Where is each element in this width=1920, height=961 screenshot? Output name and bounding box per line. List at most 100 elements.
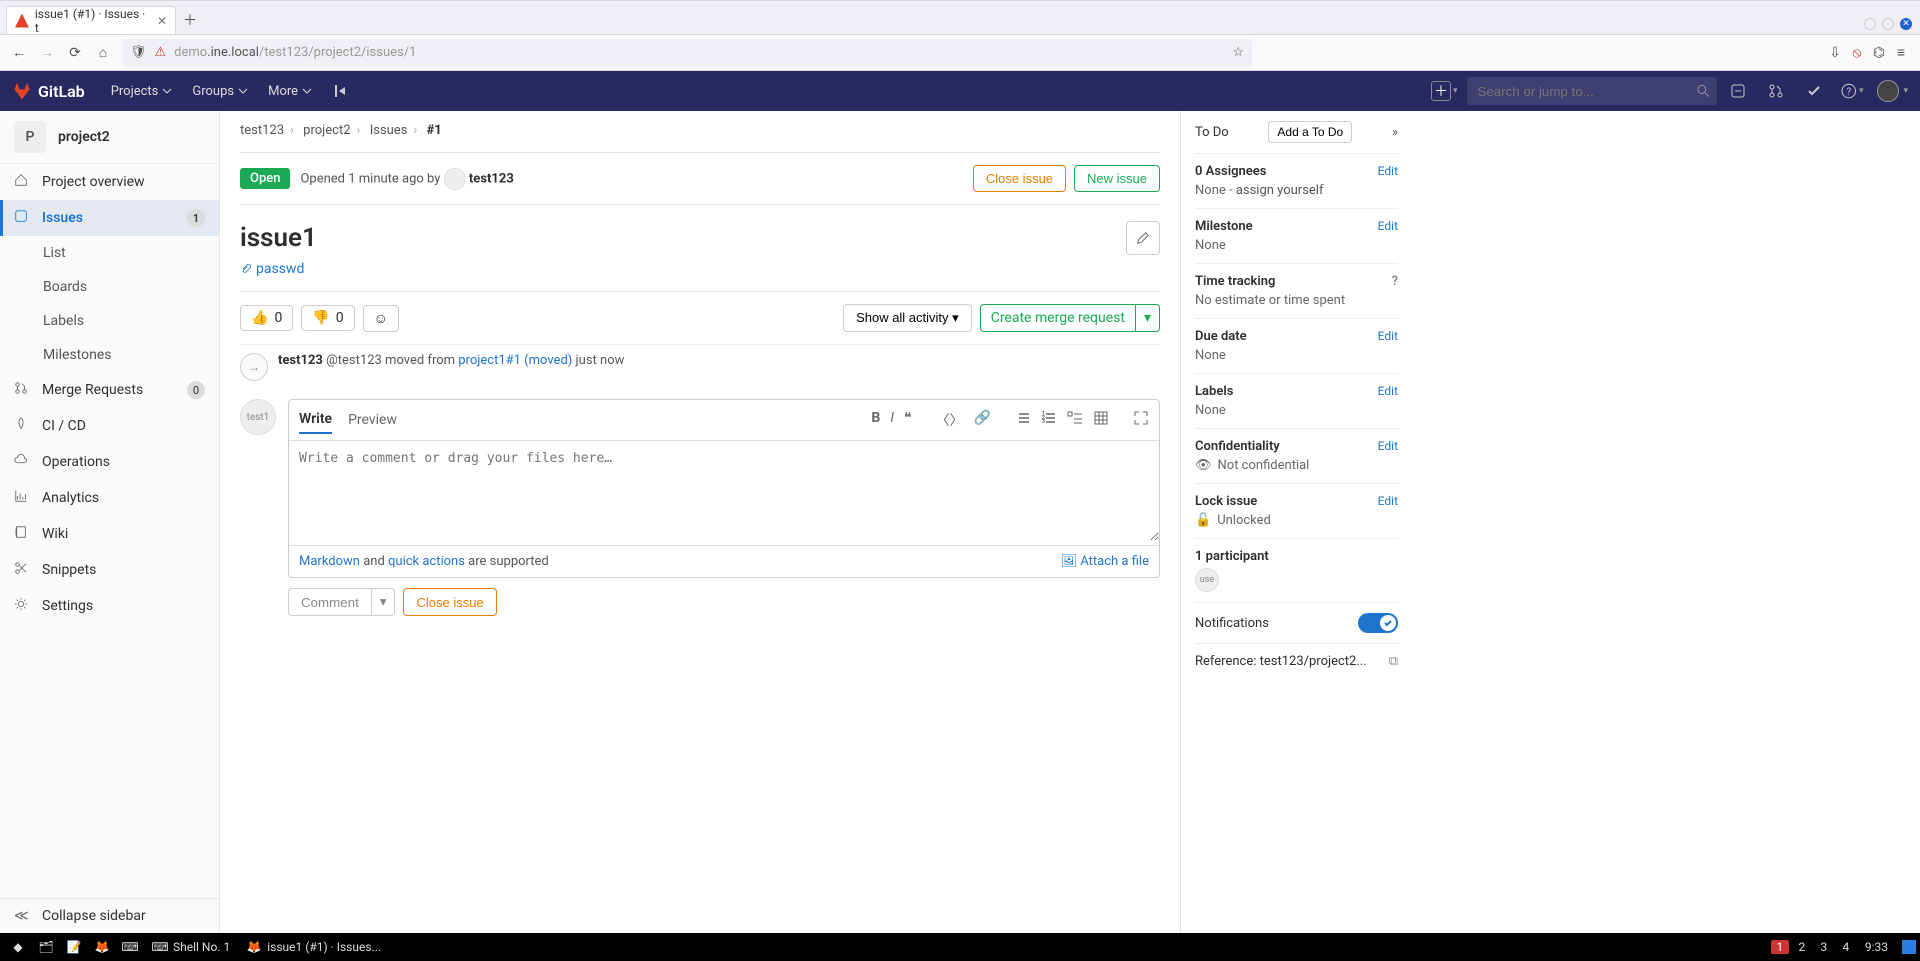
workspace-1[interactable]: 1	[1771, 940, 1789, 954]
ol-icon[interactable]: 123	[1041, 410, 1057, 430]
issues-icon[interactable]	[1727, 80, 1749, 102]
milestone-edit[interactable]: Edit	[1378, 219, 1398, 234]
project-header[interactable]: P project2	[0, 111, 219, 164]
quote-icon[interactable]: ❝	[904, 410, 912, 430]
sidebar-item-milestones[interactable]: Milestones	[0, 338, 219, 372]
close-tab-icon[interactable]: ✕	[157, 14, 167, 28]
sidebar-item-wiki[interactable]: Wiki	[0, 516, 219, 552]
close-issue-button[interactable]: Close issue	[973, 165, 1066, 192]
task-icon[interactable]	[1067, 410, 1083, 430]
workspace-2[interactable]: 2	[1793, 940, 1811, 954]
help-icon[interactable]: ?	[1392, 274, 1398, 289]
activity-link[interactable]: project1#1 (moved)	[458, 353, 572, 368]
new-issue-button[interactable]: New issue	[1074, 165, 1160, 192]
bold-icon[interactable]: B	[871, 410, 880, 430]
sidebar-item-boards[interactable]: Boards	[0, 270, 219, 304]
notifications-toggle[interactable]	[1358, 613, 1398, 633]
workspace-3[interactable]: 3	[1815, 940, 1833, 954]
due-edit[interactable]: Edit	[1378, 329, 1398, 344]
extensions-icon[interactable]: ⌬	[1870, 45, 1888, 61]
global-search[interactable]	[1467, 77, 1717, 105]
gitlab-logo[interactable]: GitLab	[12, 81, 85, 101]
attachment-link[interactable]: passwd	[240, 261, 304, 277]
hamburger-icon[interactable]: ≡	[1892, 44, 1910, 61]
participant-avatar[interactable]: use	[1195, 568, 1219, 592]
groups-menu[interactable]: Groups	[184, 78, 256, 105]
noscript-icon[interactable]: ⦸	[1848, 45, 1866, 61]
assign-yourself-link[interactable]: assign yourself	[1236, 183, 1324, 198]
reload-icon[interactable]: ⟳	[66, 45, 84, 61]
ul-icon[interactable]	[1015, 410, 1031, 430]
forward-icon[interactable]: →	[38, 44, 56, 61]
workspace-4[interactable]: 4	[1837, 940, 1855, 954]
sidebar-item-list[interactable]: List	[0, 236, 219, 270]
thumbs-down-button[interactable]: 👎0	[301, 305, 354, 331]
browser-tab[interactable]: issue1 (#1) · Issues · t ✕	[6, 6, 176, 34]
comment-textarea[interactable]	[289, 441, 1159, 541]
app-menu-icon[interactable]: ◆	[4, 933, 32, 961]
thumbs-up-button[interactable]: 👍0	[240, 305, 293, 331]
tray-icon[interactable]	[1902, 940, 1916, 954]
add-todo-button[interactable]: Add a To Do	[1268, 121, 1352, 143]
author-name[interactable]: test123	[469, 171, 514, 186]
fullscreen-icon[interactable]	[1133, 410, 1149, 430]
sidebar-item-cicd[interactable]: CI / CD	[0, 408, 219, 444]
quick-actions-link[interactable]: quick actions	[388, 554, 465, 569]
close-issue-button-2[interactable]: Close issue	[403, 588, 496, 616]
editor-icon[interactable]: 📝	[60, 933, 88, 961]
bookmark-icon[interactable]: ☆	[1232, 45, 1244, 60]
sidebar-item-operations[interactable]: Operations	[0, 444, 219, 480]
attach-file-link[interactable]: 🖼 Attach a file	[1061, 554, 1149, 569]
taskbar-app-shell[interactable]: ⌨Shell No. 1	[144, 933, 238, 961]
table-icon[interactable]	[1093, 410, 1109, 430]
collapse-rsidebar-icon[interactable]: »	[1392, 125, 1398, 140]
comment-dropdown[interactable]: ▾	[372, 588, 396, 616]
sidebar-item-labels[interactable]: Labels	[0, 304, 219, 338]
terminal-icon[interactable]: ⌨	[116, 933, 144, 961]
sidebar-item-merge-requests[interactable]: Merge Requests 0	[0, 372, 219, 408]
new-tab-button[interactable]: ＋	[176, 6, 204, 34]
window-close-icon[interactable]: ✕	[1900, 18, 1912, 30]
merge-requests-icon[interactable]	[1765, 80, 1787, 102]
back-icon[interactable]: ←	[10, 44, 28, 61]
collapse-sidebar[interactable]: ≪ Collapse sidebar	[0, 899, 219, 933]
pocket-icon[interactable]: ⇩	[1826, 45, 1844, 61]
sidebar-item-snippets[interactable]: Snippets	[0, 552, 219, 588]
crumb-group[interactable]: test123	[240, 123, 284, 138]
create-mr-dropdown[interactable]: Create merge request ▾	[980, 304, 1160, 332]
sidebar-item-settings[interactable]: Settings	[0, 588, 219, 624]
help-icon[interactable]: ?▾	[1841, 80, 1863, 102]
lock-edit[interactable]: Edit	[1378, 494, 1398, 509]
add-reaction-button[interactable]: ☺	[363, 305, 399, 332]
window-max-icon[interactable]	[1882, 18, 1894, 30]
todos-icon[interactable]	[1803, 80, 1825, 102]
italic-icon[interactable]: I	[890, 410, 894, 430]
files-icon[interactable]: 🗂	[32, 933, 60, 961]
activity-user[interactable]: test123	[278, 353, 323, 368]
conf-edit[interactable]: Edit	[1378, 439, 1398, 454]
create-mr-button[interactable]: Create merge request	[980, 304, 1136, 332]
create-mr-caret[interactable]: ▾	[1136, 304, 1160, 332]
user-menu[interactable]: ▾	[1877, 80, 1908, 102]
sidebar-item-overview[interactable]: Project overview	[0, 164, 219, 200]
write-tab[interactable]: Write	[299, 406, 332, 434]
preview-tab[interactable]: Preview	[348, 407, 397, 433]
edit-title-button[interactable]	[1126, 221, 1160, 255]
labels-edit[interactable]: Edit	[1378, 384, 1398, 399]
link-icon[interactable]: 🔗	[974, 410, 991, 430]
address-bar[interactable]: 🛡 ⚠ demo.ine.local/test123/project2/issu…	[122, 39, 1252, 67]
crumb-issues[interactable]: Issues	[370, 123, 408, 138]
activity-filter[interactable]: Show all activity ▾	[843, 304, 972, 332]
home-icon[interactable]: ⌂	[94, 44, 112, 61]
code-icon[interactable]: 〈〉	[936, 410, 964, 430]
window-min-icon[interactable]	[1864, 18, 1876, 30]
markdown-link[interactable]: Markdown	[299, 554, 360, 569]
milestones-icon[interactable]	[330, 80, 352, 102]
sidebar-item-analytics[interactable]: Analytics	[0, 480, 219, 516]
copy-icon[interactable]: ⧉	[1389, 654, 1398, 669]
new-dropdown[interactable]: ＋ ▾	[1431, 81, 1458, 101]
crumb-project[interactable]: project2	[303, 123, 350, 138]
more-menu[interactable]: More	[260, 78, 320, 105]
firefox-launcher-icon[interactable]: 🦊	[88, 933, 116, 961]
assignees-edit[interactable]: Edit	[1378, 164, 1398, 179]
